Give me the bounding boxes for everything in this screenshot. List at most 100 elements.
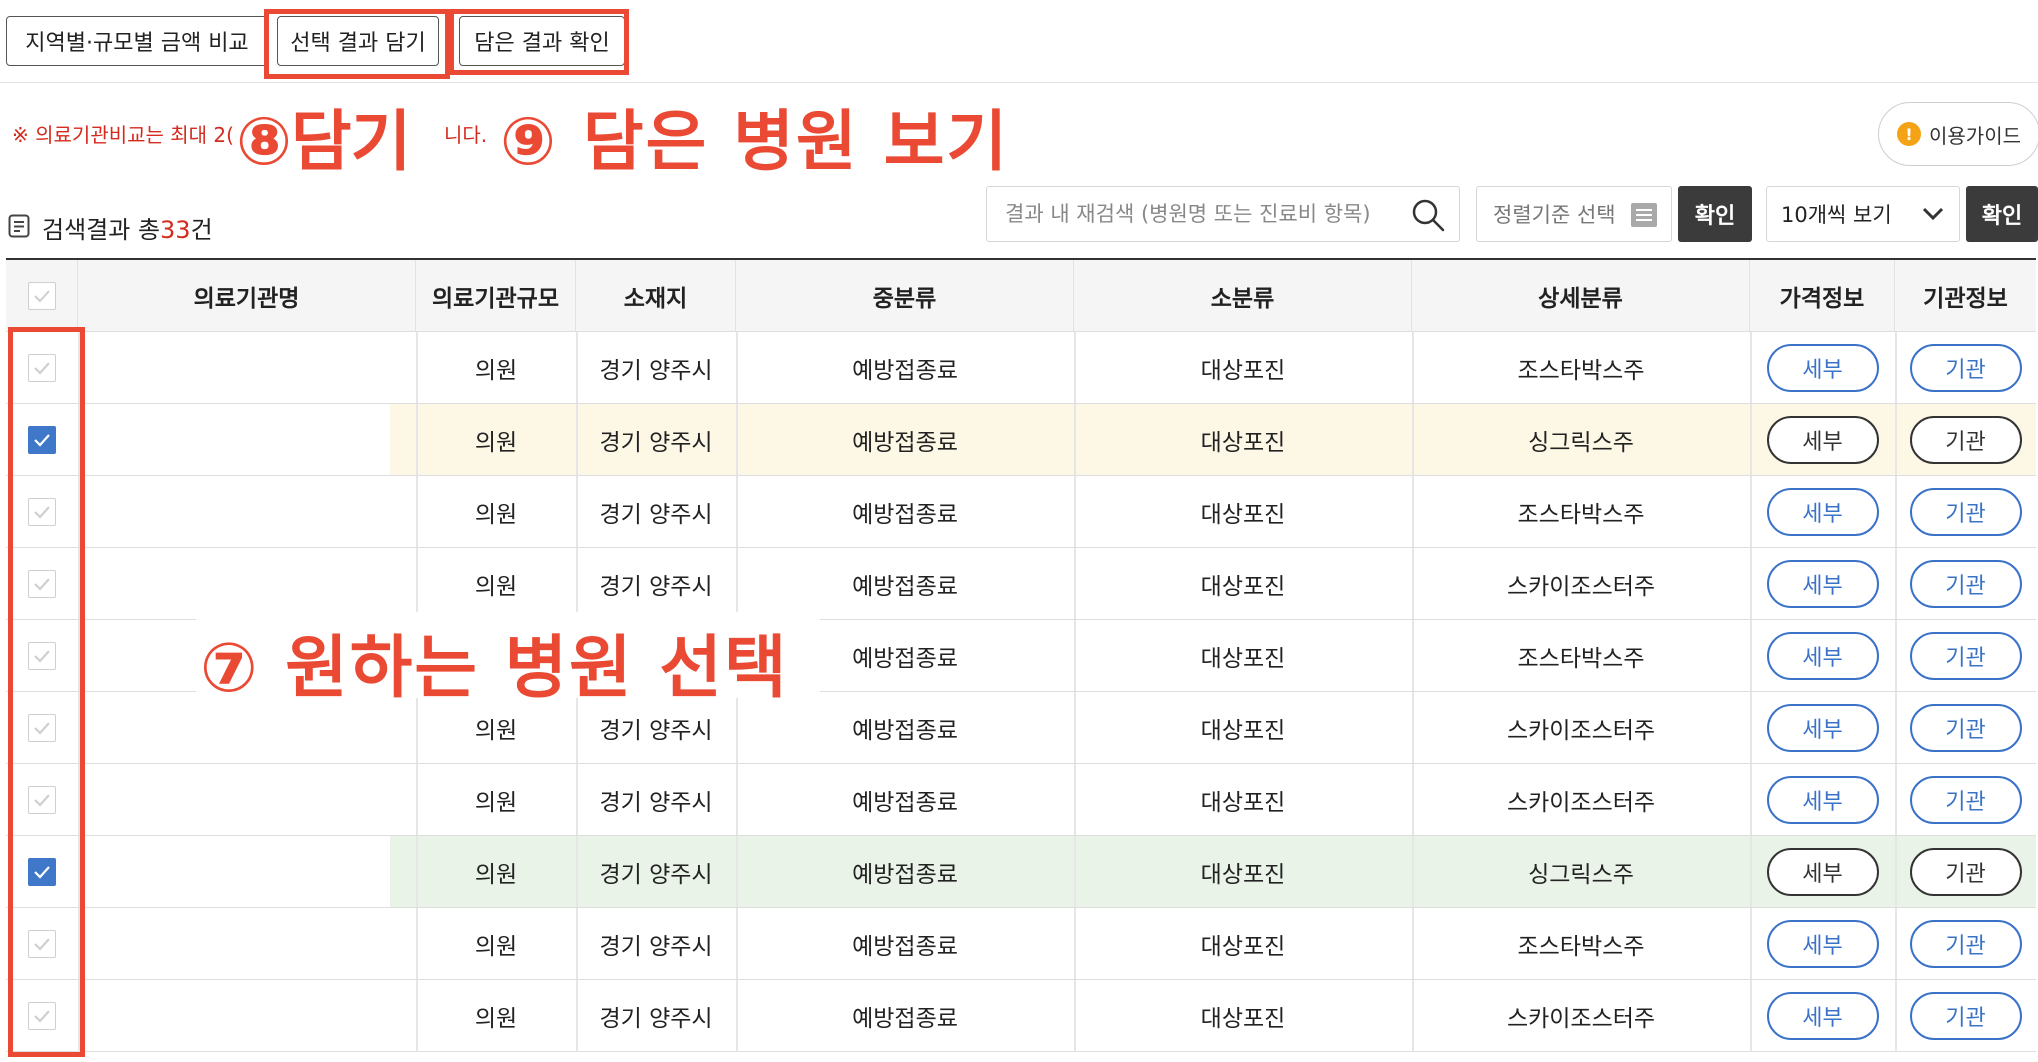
cell-detail-category: 조스타박스주: [1517, 501, 1645, 528]
select-all-checkbox[interactable]: [27, 281, 56, 310]
notice-text-end: 니다.: [444, 123, 488, 147]
cell-scale: 의원: [474, 789, 518, 816]
sort-placeholder: 정렬기준 선택: [1493, 203, 1616, 227]
highlight-save-selection: [264, 9, 450, 79]
cell-small-category: 대상포진: [1200, 933, 1286, 960]
cell-price-info: 세부: [1750, 764, 1895, 835]
sort-select[interactable]: 정렬기준 선택: [1476, 186, 1672, 242]
notice-text: ※ 의료기관비교는 최대 2(: [12, 123, 234, 147]
cell-detail-category: 조스타박스주: [1517, 645, 1645, 672]
result-count-suffix: 건: [190, 216, 213, 244]
cell-name: [78, 980, 416, 1051]
cell-name: [78, 908, 416, 979]
alert-icon: !: [1897, 122, 1921, 146]
table-row: 의원 경기 양주시 예방접종료 대상포진 조스타박스주 세부 기관: [6, 908, 2036, 980]
institution-info-button[interactable]: 기관: [1909, 343, 2022, 392]
result-count-prefix: 검색결과 총: [42, 216, 161, 244]
search-input[interactable]: [1003, 201, 1407, 227]
price-detail-button[interactable]: 세부: [1766, 847, 1879, 896]
header-detail-category: 상세분류: [1412, 260, 1750, 331]
cell-detail-category: 조스타박스주: [1517, 357, 1645, 384]
cell-location: 경기 양주시: [599, 501, 713, 528]
cell-institution-info: 기관: [1895, 692, 2036, 763]
per-page-confirm-button[interactable]: 확인: [1966, 186, 2038, 242]
annotation-view-saved: ⑨ 담은 병원 보기: [500, 103, 1010, 180]
cell-name: [78, 332, 416, 403]
institution-info-button[interactable]: 기관: [1909, 631, 2022, 680]
cell-middle-category: 예방접종료: [852, 1005, 958, 1032]
per-page-select[interactable]: 10개씩 보기: [1766, 186, 1960, 242]
institution-info-button[interactable]: 기관: [1909, 415, 2022, 464]
cell-name: [78, 404, 416, 475]
cell-institution-info: 기관: [1895, 980, 2036, 1051]
region-scale-compare-button[interactable]: 지역별·규모별 금액 비교: [6, 16, 268, 66]
cell-institution-info: 기관: [1895, 764, 2036, 835]
cell-middle-category: 예방접종료: [852, 933, 958, 960]
header-location: 소재지: [576, 260, 736, 331]
cell-scale: 의원: [474, 429, 518, 456]
cell-middle-category: 예방접종료: [852, 573, 958, 600]
cell-price-info: 세부: [1750, 620, 1895, 691]
price-detail-button[interactable]: 세부: [1766, 415, 1879, 464]
chevron-down-icon: [1922, 207, 1944, 221]
cell-scale: 의원: [474, 357, 518, 384]
header-name: 의료기관명: [78, 260, 416, 331]
table-row: 의원 경기 양주시 예방접종료 대상포진 스카이조스터주 세부 기관: [6, 980, 2036, 1052]
annotation-select: ⑦ 원하는 병원 선택: [200, 629, 789, 708]
price-detail-button[interactable]: 세부: [1766, 559, 1879, 608]
institution-info-button[interactable]: 기관: [1909, 847, 2022, 896]
cell-detail-category: 스카이조스터주: [1506, 573, 1656, 600]
cell-scale: 의원: [474, 1005, 518, 1032]
price-detail-button[interactable]: 세부: [1766, 775, 1879, 824]
list-icon: [1631, 203, 1657, 227]
header-small-category: 소분류: [1074, 260, 1412, 331]
cell-institution-info: 기관: [1895, 836, 2036, 907]
header-scale: 의료기관규모: [416, 260, 576, 331]
price-detail-button[interactable]: 세부: [1766, 703, 1879, 752]
institution-info-button[interactable]: 기관: [1909, 559, 2022, 608]
user-guide-button[interactable]: ! 이용가이드: [1878, 102, 2038, 166]
institution-info-button[interactable]: 기관: [1909, 919, 2022, 968]
cell-institution-info: 기관: [1895, 332, 2036, 403]
institution-info-button[interactable]: 기관: [1909, 703, 2022, 752]
cell-name: [78, 836, 416, 907]
user-guide-label: 이용가이드: [1929, 123, 2021, 148]
cell-name: [78, 764, 416, 835]
highlight-checkbox-column: [8, 327, 85, 1057]
cell-price-info: 세부: [1750, 980, 1895, 1051]
cell-detail-category: 조스타박스주: [1517, 933, 1645, 960]
institution-info-button[interactable]: 기관: [1909, 487, 2022, 536]
per-page-value: 10개씩 보기: [1781, 203, 1892, 227]
divider: [0, 82, 2038, 83]
cell-middle-category: 예방접종료: [852, 789, 958, 816]
cell-price-info: 세부: [1750, 692, 1895, 763]
sort-confirm-button[interactable]: 확인: [1678, 186, 1752, 242]
institution-info-button[interactable]: 기관: [1909, 775, 2022, 824]
header-price-info: 가격정보: [1750, 260, 1895, 331]
cell-small-category: 대상포진: [1200, 861, 1286, 888]
price-detail-button[interactable]: 세부: [1766, 991, 1879, 1040]
header-select-all[interactable]: [6, 260, 78, 331]
cell-price-info: 세부: [1750, 332, 1895, 403]
cell-institution-info: 기관: [1895, 908, 2036, 979]
cell-small-category: 대상포진: [1200, 357, 1286, 384]
search-icon[interactable]: [1411, 198, 1445, 232]
cell-middle-category: 예방접종료: [852, 861, 958, 888]
cell-scale: 의원: [474, 933, 518, 960]
cell-detail-category: 스카이조스터주: [1506, 1005, 1656, 1032]
price-detail-button[interactable]: 세부: [1766, 919, 1879, 968]
cell-location: 경기 양주시: [599, 1005, 713, 1032]
cell-small-category: 대상포진: [1200, 789, 1286, 816]
result-count-number: 33: [160, 216, 191, 244]
institution-info-button[interactable]: 기관: [1909, 991, 2022, 1040]
table-row: 의원 경기 양주시 예방접종료 대상포진 조스타박스주 세부 기관: [6, 476, 2036, 548]
table-row: 의원 경기 양주시 예방접종료 대상포진 스카이조스터주 세부 기관: [6, 764, 2036, 836]
cell-price-info: 세부: [1750, 476, 1895, 547]
price-detail-button[interactable]: 세부: [1766, 631, 1879, 680]
price-detail-button[interactable]: 세부: [1766, 343, 1879, 392]
cell-price-info: 세부: [1750, 548, 1895, 619]
header-middle-category: 중분류: [736, 260, 1074, 331]
cell-institution-info: 기관: [1895, 620, 2036, 691]
cell-location: 경기 양주시: [599, 429, 713, 456]
price-detail-button[interactable]: 세부: [1766, 487, 1879, 536]
